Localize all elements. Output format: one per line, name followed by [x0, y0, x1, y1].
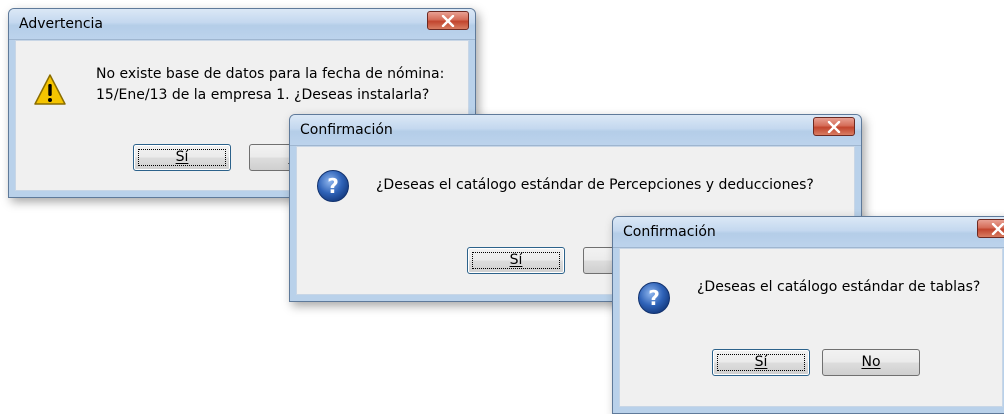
yes-button-label: Sí [175, 149, 189, 165]
yes-button[interactable]: Sí [467, 247, 565, 274]
dialog-title: Confirmación [300, 122, 393, 138]
close-icon [991, 223, 1004, 235]
title-bar[interactable]: Advertencia [9, 9, 475, 40]
confirmacion-tablas-dialog: Confirmación ? ¿Deseas el catálogo están… [612, 216, 1004, 414]
yes-button-label: Sí [754, 354, 768, 370]
close-icon [827, 121, 841, 133]
warning-icon [34, 74, 66, 105]
message-line-1: No existe base de datos para la fecha de… [96, 66, 445, 82]
close-button[interactable] [977, 219, 1004, 238]
yes-button[interactable]: Sí [133, 144, 231, 171]
close-button[interactable] [813, 117, 855, 136]
svg-text:?: ? [327, 174, 339, 198]
confirm-message: ¿Deseas el catálogo estándar de tablas? [697, 279, 981, 295]
no-button-label: No [861, 354, 881, 370]
title-bar[interactable]: Confirmación [290, 115, 861, 146]
close-button[interactable] [427, 11, 469, 30]
message-line-2: 15/Ene/13 de la empresa 1. ¿Deseas insta… [96, 87, 430, 103]
svg-text:?: ? [648, 286, 660, 310]
dialog-title: Advertencia [19, 16, 104, 32]
confirm-message: ¿Deseas el catálogo estándar de Percepci… [376, 177, 814, 193]
question-icon: ? [638, 282, 670, 314]
close-icon [441, 15, 455, 27]
yes-button-label: Sí [509, 252, 523, 268]
no-button[interactable]: No [822, 349, 920, 376]
question-icon: ? [317, 170, 349, 202]
dialog-body: ? ¿Deseas el catálogo estándar de tablas… [619, 248, 1003, 407]
dialog-title: Confirmación [623, 224, 716, 240]
warning-message: No existe base de datos para la fecha de… [96, 64, 444, 106]
yes-button[interactable]: Sí [712, 349, 810, 376]
title-bar[interactable]: Confirmación [613, 217, 1004, 248]
